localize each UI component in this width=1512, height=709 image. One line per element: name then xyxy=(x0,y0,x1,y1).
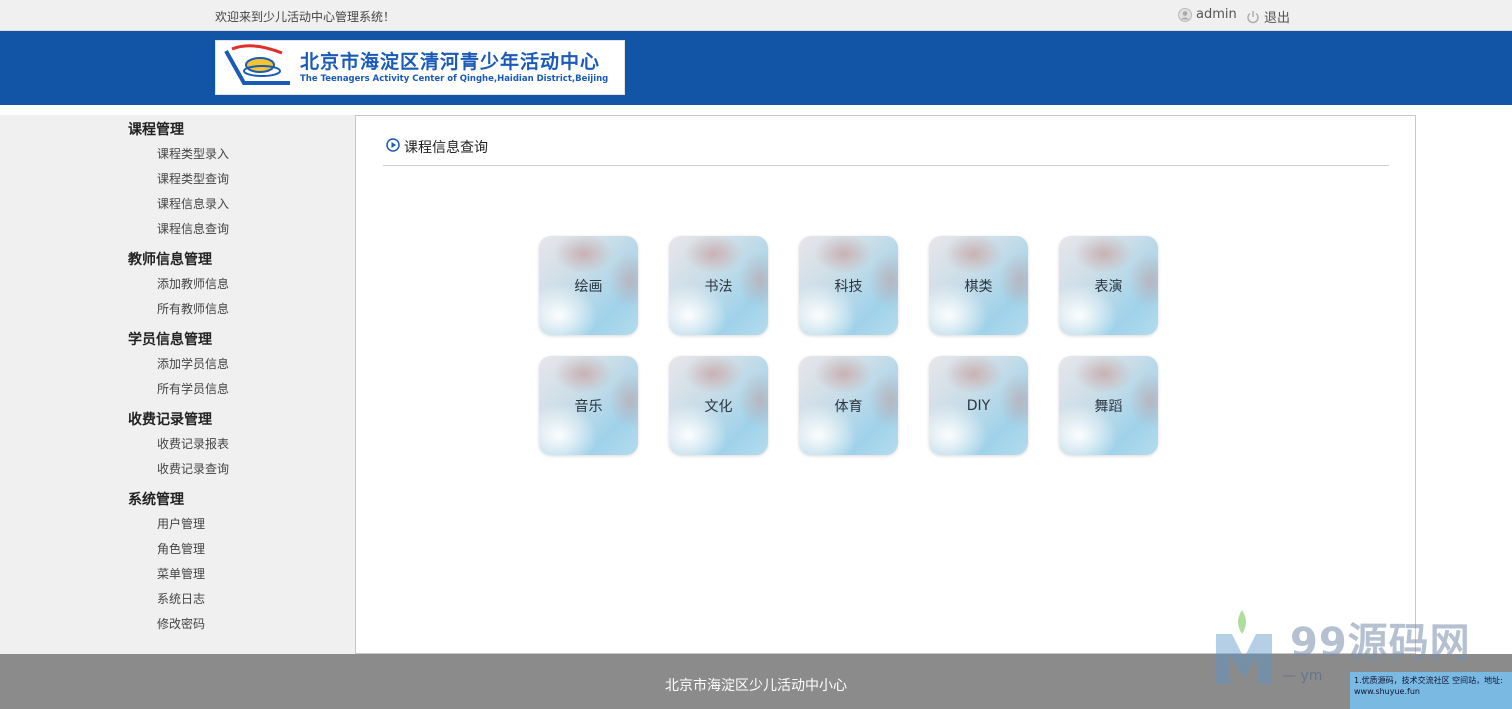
nav-item-course-type-entry[interactable]: 课程类型录入 xyxy=(157,145,229,162)
username: admin xyxy=(1196,7,1237,22)
category-label: 书法 xyxy=(704,278,733,295)
page-title-text: 课程信息查询 xyxy=(404,140,488,156)
category-tile-diy[interactable]: DIY xyxy=(929,356,1028,455)
nav-group-teacher[interactable]: 教师信息管理 xyxy=(128,249,212,269)
category-label: 绘画 xyxy=(574,278,603,295)
category-label: 舞蹈 xyxy=(1094,398,1123,415)
nav-item-system-log[interactable]: 系统日志 xyxy=(157,590,205,607)
footer: 北京市海淀区少儿活动中小心 xyxy=(0,654,1512,709)
category-label: DIY xyxy=(966,397,991,414)
category-label: 表演 xyxy=(1094,278,1123,295)
logo-english-name: The Teenagers Activity Center of Qinghe,… xyxy=(300,73,609,84)
category-tile-music[interactable]: 音乐 xyxy=(539,356,638,455)
nav-item-change-password[interactable]: 修改密码 xyxy=(157,615,205,632)
logo-chinese-name: 北京市海淀区清河青少年活动中心 xyxy=(300,50,601,73)
nav-item-course-type-query[interactable]: 课程类型查询 xyxy=(157,170,229,187)
nav-item-menu-management[interactable]: 菜单管理 xyxy=(157,565,205,582)
footer-text: 北京市海淀区少儿活动中小心 xyxy=(665,678,847,694)
nav-group-system[interactable]: 系统管理 xyxy=(128,489,184,509)
category-label: 科技 xyxy=(834,278,863,295)
nav-group-student[interactable]: 学员信息管理 xyxy=(128,329,212,349)
logout-label: 退出 xyxy=(1264,11,1291,26)
category-tile-technology[interactable]: 科技 xyxy=(799,236,898,335)
nav-item-all-teachers[interactable]: 所有教师信息 xyxy=(157,300,229,317)
category-label: 音乐 xyxy=(574,398,603,415)
logout-button[interactable]: 退出 xyxy=(1246,7,1290,26)
nav-item-role-management[interactable]: 角色管理 xyxy=(157,540,205,557)
nav-item-all-students[interactable]: 所有学员信息 xyxy=(157,380,229,397)
user-icon xyxy=(1178,7,1192,22)
title-divider xyxy=(383,165,1389,166)
site-logo[interactable]: 北京市海淀区清河青少年活动中心 The Teenagers Activity C… xyxy=(215,40,625,95)
top-bar: 欢迎来到少儿活动中心管理系统！ admin 退出 xyxy=(0,0,1512,31)
sidebar-nav: 课程管理 课程类型录入 课程类型查询 课程信息录入 课程信息查询 教师信息管理 … xyxy=(0,115,355,654)
category-tile-culture[interactable]: 文化 xyxy=(669,356,768,455)
play-circle-icon xyxy=(386,138,400,156)
nav-item-fee-report[interactable]: 收费记录报表 xyxy=(157,435,229,452)
nav-group-course[interactable]: 课程管理 xyxy=(128,119,184,139)
category-label: 棋类 xyxy=(964,278,993,295)
header-banner: 北京市海淀区清河青少年活动中心 The Teenagers Activity C… xyxy=(0,31,1512,105)
power-icon xyxy=(1246,10,1260,24)
category-tile-dance[interactable]: 舞蹈 xyxy=(1059,356,1158,455)
welcome-text: 欢迎来到少儿活动中心管理系统！ xyxy=(215,10,396,24)
nav-item-course-info-entry[interactable]: 课程信息录入 xyxy=(157,195,229,212)
category-tile-sports[interactable]: 体育 xyxy=(799,356,898,455)
nav-group-fee[interactable]: 收费记录管理 xyxy=(128,409,212,429)
nav-item-add-student[interactable]: 添加学员信息 xyxy=(157,355,229,372)
nav-item-user-management[interactable]: 用户管理 xyxy=(157,515,205,532)
category-tile-performance[interactable]: 表演 xyxy=(1059,236,1158,335)
user-menu[interactable]: admin xyxy=(1178,7,1237,22)
category-tile-chess[interactable]: 棋类 xyxy=(929,236,1028,335)
category-label: 文化 xyxy=(704,398,733,415)
nav-item-fee-query[interactable]: 收费记录查询 xyxy=(157,460,229,477)
page-title: 课程信息查询 xyxy=(386,137,488,157)
nav-item-add-teacher[interactable]: 添加教师信息 xyxy=(157,275,229,292)
category-tile-calligraphy[interactable]: 书法 xyxy=(669,236,768,335)
main-panel: 课程信息查询 绘画 书法 科技 棋类 表演 音乐 文化 体育 DIY 舞蹈 xyxy=(355,115,1416,654)
category-label: 体育 xyxy=(834,398,863,415)
category-tile-painting[interactable]: 绘画 xyxy=(539,236,638,335)
logo-emblem-icon xyxy=(222,43,294,93)
nav-item-course-info-query[interactable]: 课程信息查询 xyxy=(157,220,229,237)
